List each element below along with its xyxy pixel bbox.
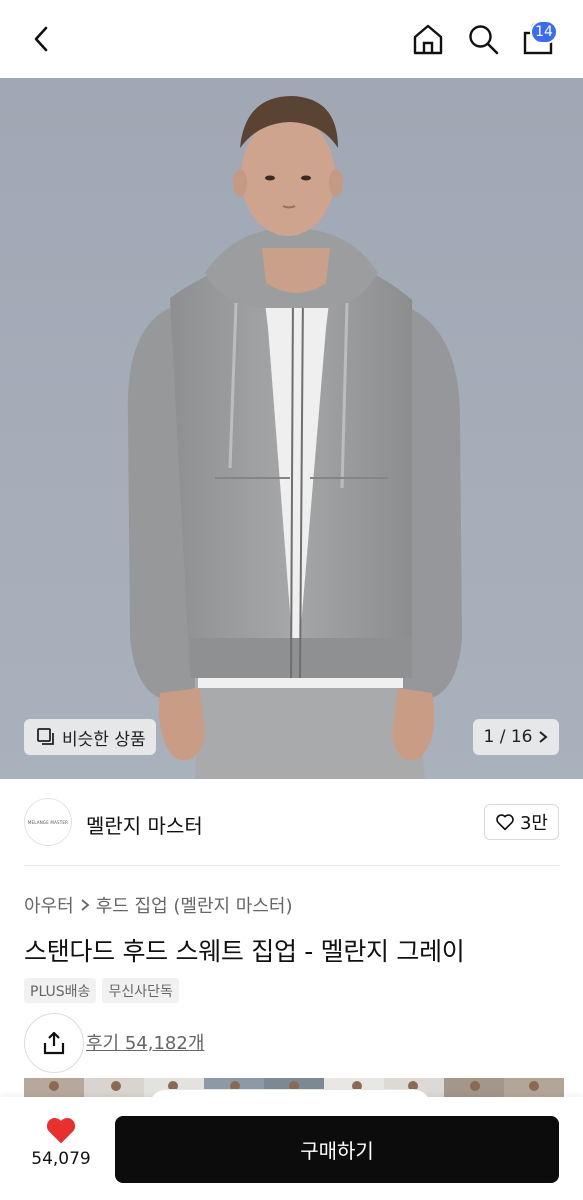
brand-row[interactable]: MELANGE MASTER 멜란지 마스터 3만 [0,779,583,865]
model-hoodie-illustration [0,78,583,779]
product-title: 스탠다드 후드 스웨트 집업 - 멜란지 그레이 [24,937,465,966]
reviews-link[interactable]: 후기 54,182개 [86,1029,204,1055]
like-button[interactable]: 54,079 [24,1115,98,1185]
search-icon [469,25,499,55]
heart-filled-icon [46,1118,76,1144]
product-image[interactable] [0,78,583,779]
tag-exclusive: 무신사단독 [102,978,179,1003]
tag-plus-delivery: PLUS배송 [24,978,97,1003]
sheet-handle [150,1089,430,1105]
bottom-action-bar: 54,079 구매하기 [0,1089,583,1200]
breadcrumb-subcategory[interactable]: 후드 집업 (멜란지 마스터) [96,892,293,918]
copy-icon [37,728,54,745]
top-navigation-bar: 14 [0,0,583,78]
like-count: 54,079 [31,1149,91,1169]
similar-products-button[interactable]: 비슷한 상품 [24,719,156,755]
brand-name[interactable]: 멜란지 마스터 [86,810,203,839]
breadcrumb-category[interactable]: 아우터 [24,892,74,918]
share-icon [43,1031,65,1055]
cart-count-badge: 14 [530,20,558,44]
product-tags: PLUS배송 무신사단독 [24,978,179,1003]
back-button[interactable] [22,19,62,59]
search-button[interactable] [463,19,503,59]
breadcrumb: 아우터 후드 집업 (멜란지 마스터) [24,892,293,918]
brand-like-button[interactable]: 3만 [484,804,559,840]
divider [24,865,559,866]
share-button[interactable] [24,1013,84,1073]
buy-button[interactable]: 구매하기 [115,1116,559,1183]
home-icon [413,24,443,55]
chevron-right-icon [539,731,549,743]
chevron-left-icon [34,26,48,52]
pager-text: 1 / 16 [483,727,533,747]
similar-products-label: 비슷한 상품 [62,729,146,750]
heart-outline-icon [496,814,514,831]
chevron-right-icon [81,899,90,911]
brand-logo[interactable]: MELANGE MASTER [24,798,72,846]
brand-like-count: 3만 [519,813,548,834]
home-button[interactable] [408,19,448,59]
image-pager[interactable]: 1 / 16 [473,719,559,755]
brand-logo-text: MELANGE MASTER [27,819,69,825]
